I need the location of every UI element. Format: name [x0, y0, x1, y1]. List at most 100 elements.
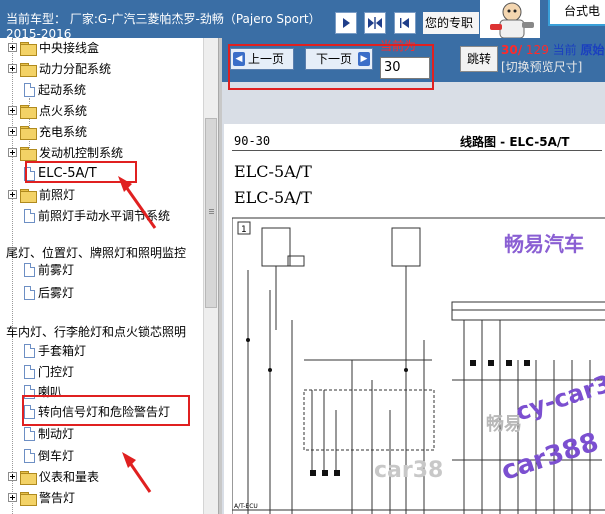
tree-item-label: 倒车灯	[38, 449, 75, 463]
diagram-pins	[246, 338, 530, 476]
tree-item-label: 转向信号灯和危险警告灯	[38, 405, 171, 419]
tree-item-elc-5at[interactable]: ELC-5A/T	[21, 163, 97, 184]
page-number-input[interactable]: 30	[380, 57, 430, 79]
folder-icon	[20, 125, 37, 140]
nav-prev-button[interactable]	[335, 12, 357, 34]
tree-scrollbar[interactable]	[203, 38, 218, 514]
preview-size-toggle[interactable]: [切换预览尺寸]	[501, 59, 605, 75]
tree-item-label: 喇叭	[38, 385, 63, 399]
tree-item-reverse-lamp[interactable]: 倒车灯	[21, 445, 74, 466]
tree-item-door-lamp[interactable]: 门控灯	[21, 361, 74, 382]
expand-plus-icon[interactable]	[8, 472, 17, 481]
prev-page-label: 上一页	[247, 52, 284, 66]
folder-icon	[20, 470, 37, 485]
arrow-right-icon: ▶	[358, 52, 370, 66]
svg-text:1: 1	[241, 225, 247, 235]
tree-item-label: 门控灯	[38, 365, 75, 379]
folder-icon	[20, 104, 37, 119]
page-suffix: 当前	[552, 43, 577, 57]
tree-item-glovebox-lamp[interactable]: 手套箱灯	[21, 340, 86, 361]
nav-collapse-button[interactable]	[364, 12, 386, 34]
section-title: ELC-5A/T	[234, 162, 312, 181]
tree-item-front-fog[interactable]: 前雾灯	[21, 259, 74, 280]
expand-plus-icon[interactable]	[8, 127, 17, 136]
page-header-title: 线路图 - ELC-5A/T	[460, 135, 570, 149]
tree-item-interior-lamps[interactable]: 车内灯、行李舱灯和点火锁芯照明	[6, 321, 186, 342]
document-icon	[24, 166, 35, 181]
folder-icon	[20, 188, 37, 203]
watermark-text: 畅易汽车	[504, 232, 584, 256]
next-page-label: 下一页	[315, 52, 352, 66]
tree-item-label: 起动系统	[38, 83, 87, 97]
document-icon	[24, 285, 35, 300]
diagram-box-number: 1	[237, 221, 251, 235]
tree-item-engine-control[interactable]: 发动机控制系统	[8, 142, 123, 163]
tree-item-label: ELC-5A/T	[38, 166, 97, 181]
current-car-model-label: 当前车型： 厂家:G-广汽三菱帕杰罗-劲畅（Pajero Sport）2015-…	[6, 12, 321, 38]
tree-item-rear-fog[interactable]: 后雾灯	[21, 282, 74, 303]
watermark-text: 畅易	[486, 414, 522, 435]
tree-item-label: 点火系统	[39, 104, 88, 118]
top-header-bar: 当前车型： 厂家:G-广汽三菱帕杰罗-劲畅（Pajero Sport）2015-…	[0, 0, 605, 38]
jump-button[interactable]: 跳转	[460, 46, 498, 72]
header-rule	[232, 150, 602, 151]
tree-item-label: 发动机控制系统	[39, 146, 124, 160]
watermark-text: car38	[374, 458, 444, 483]
tree-item-label: 动力分配系统	[39, 62, 112, 76]
tree-item-label: 前雾灯	[38, 263, 75, 277]
split-arrows-icon	[367, 16, 383, 30]
expand-plus-icon[interactable]	[8, 64, 17, 73]
tree-item-label: 警告灯	[39, 491, 76, 505]
document-viewer: 90-30 线路图 - ELC-5A/T ELC-5A/T ELC-5A/T 1	[222, 82, 605, 514]
document-icon	[24, 82, 35, 97]
tree-item-label: 前照灯	[39, 188, 76, 202]
current-page-caption: 当前为	[380, 39, 417, 53]
expand-plus-icon[interactable]	[8, 43, 17, 52]
tree-item-starting-system[interactable]: 起动系统	[21, 79, 86, 100]
tree-item-turn-signal[interactable]: 转向信号灯和危险警告灯	[21, 401, 170, 422]
folder-icon	[20, 491, 37, 506]
product-ad-label[interactable]: 台式电	[548, 0, 605, 26]
tree-item-label: 中央接线盒	[39, 41, 100, 55]
tree-item-meters-gauges[interactable]: 仪表和量表	[8, 466, 99, 487]
next-page-button[interactable]: 下一页 ▶	[305, 48, 373, 70]
tree-item-charging-system[interactable]: 充电系统	[8, 121, 87, 142]
document-icon	[24, 426, 35, 441]
page-total: 129	[525, 43, 549, 57]
tree-item-ignition-system[interactable]: 点火系统	[8, 100, 87, 121]
tree-item-brake-lamp[interactable]: 制动灯	[21, 423, 74, 444]
document-icon	[24, 404, 35, 419]
tree-item-headlamp-leveling[interactable]: 前照灯手动水平调节系统	[21, 205, 170, 226]
expand-plus-icon[interactable]	[8, 106, 17, 115]
tree-item-label: 车内灯、行李舱灯和点火锁芯照明	[6, 325, 187, 339]
original-size-link[interactable]: 原始	[581, 43, 605, 57]
expand-plus-icon[interactable]	[8, 493, 17, 502]
tree-item-label: 后雾灯	[38, 286, 75, 300]
tree-item-horn[interactable]: 喇叭	[21, 381, 62, 402]
folder-icon	[20, 62, 37, 77]
document-icon	[24, 262, 35, 277]
folder-icon	[20, 146, 37, 161]
mascot-logo	[480, 0, 540, 38]
section-subtitle: ELC-5A/T	[234, 188, 312, 207]
tree-item-label: 前照灯手动水平调节系统	[38, 209, 171, 223]
tree-item-central-junction[interactable]: 中央接线盒	[8, 38, 99, 58]
prev-page-button[interactable]: ◀ 上一页	[230, 48, 294, 70]
nav-back-button[interactable]	[394, 12, 416, 34]
document-icon	[24, 208, 35, 223]
expand-plus-icon[interactable]	[8, 148, 17, 157]
document-icon	[24, 364, 35, 379]
tree-item-headlamp[interactable]: 前照灯	[8, 184, 75, 205]
tree-item-power-distribution[interactable]: 动力分配系统	[8, 58, 111, 79]
welcome-text: 您的专职	[423, 12, 479, 34]
tree-item-warning-lamps[interactable]: 警告灯	[8, 487, 75, 508]
tree-item-label: 充电系统	[39, 125, 88, 139]
category-tree-panel: 中央接线盒 动力分配系统 起动系统 点火系统 充电系统 发动机控制系统 ELC-…	[0, 38, 218, 514]
scrollbar-thumb[interactable]	[205, 118, 217, 308]
expand-plus-icon[interactable]	[8, 190, 17, 199]
tree-item-label: 仪表和量表	[39, 470, 100, 484]
arrow-left-icon: ◀	[233, 52, 245, 66]
tree-item-label: 制动灯	[38, 427, 75, 441]
page-number: 90-30	[234, 134, 271, 148]
play-right-icon	[339, 16, 353, 30]
